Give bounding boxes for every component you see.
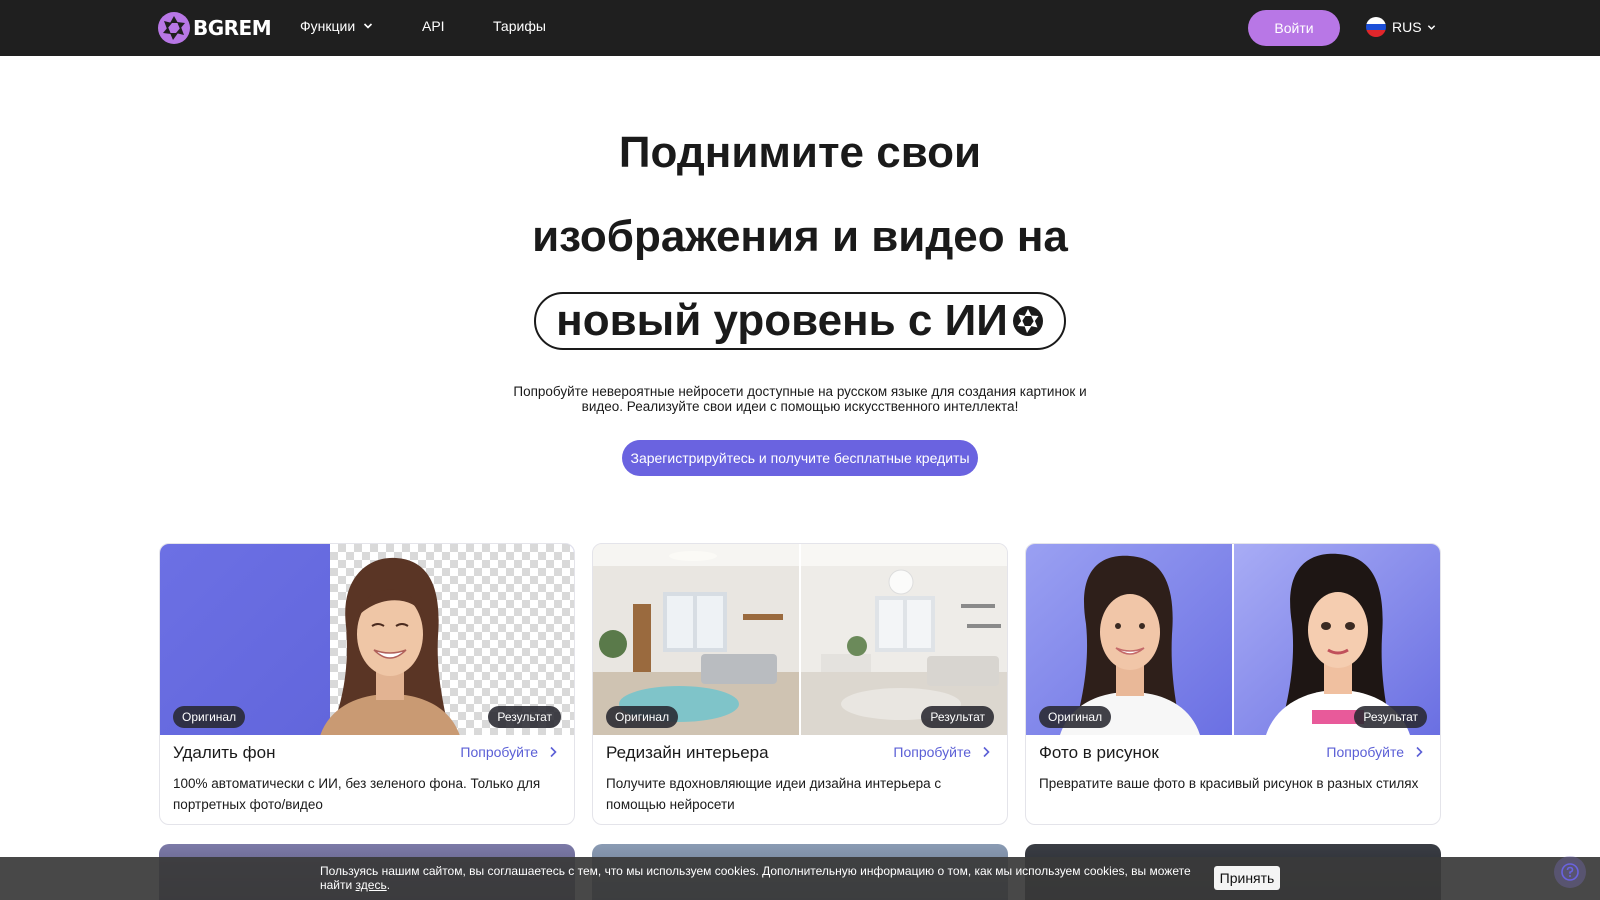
ai-aperture-icon — [1012, 306, 1043, 336]
nav-functions-dropdown[interactable]: Функции — [300, 18, 373, 34]
hero-title-line3: новый уровень с ИИ — [556, 296, 1008, 345]
result-badge: Результат — [921, 706, 994, 728]
hero-title-line1: Поднимите свои — [618, 128, 982, 177]
cookie-consent-bar: Пользуясь нашим сайтом, вы соглашаетесь … — [0, 857, 1600, 900]
try-link[interactable]: Попробуйте — [893, 744, 991, 760]
original-badge: Оригинал — [1039, 706, 1112, 728]
chat-help-button[interactable] — [1554, 856, 1586, 888]
result-badge: Результат — [488, 706, 561, 728]
nav-pricing-link[interactable]: Тарифы — [493, 18, 546, 34]
cookie-tail: . — [386, 878, 391, 892]
chevron-down-icon — [1427, 24, 1435, 30]
card-description: 100% автоматически с ИИ, без зеленого фо… — [173, 776, 541, 812]
logo[interactable]: BGREM — [157, 11, 272, 45]
chevron-down-icon — [364, 23, 373, 29]
woman-portrait-image — [320, 557, 460, 735]
russia-flag-icon — [1366, 17, 1386, 37]
chat-help-icon — [1561, 863, 1579, 881]
try-label: Попробуйте — [460, 744, 538, 760]
cookie-message: Пользуясь нашим сайтом, вы соглашаетесь … — [320, 864, 1191, 892]
result-badge: Результат — [1354, 706, 1427, 728]
try-link[interactable]: Попробуйте — [460, 744, 558, 760]
login-button[interactable]: Войти — [1248, 10, 1340, 46]
hero-title-line2: изображения и видео на — [532, 212, 1068, 261]
original-badge: Оригинал — [173, 706, 246, 728]
try-label: Попробуйте — [1326, 744, 1404, 760]
chevron-right-icon — [1416, 746, 1423, 758]
language-selector[interactable]: RUS — [1366, 17, 1436, 37]
language-label: RUS — [1392, 19, 1422, 35]
feature-card-interior-redesign[interactable]: Оригинал Результат Редизайн интерьера По… — [592, 543, 1008, 825]
cookie-policy-link[interactable]: здесь — [356, 878, 387, 892]
nav-functions-label: Функции — [300, 18, 356, 34]
feature-card-photo-to-drawing[interactable]: Оригинал Результат Фото в рисунок Попроб… — [1025, 543, 1441, 825]
hero-title-pill: новый уровень с ИИ — [534, 292, 1066, 350]
feature-card-remove-bg[interactable]: Оригинал Результат Удалить фон Попробуйт… — [159, 543, 575, 825]
hero-subtitle: Попробуйте невероятные нейросети доступн… — [513, 384, 1087, 414]
logo-aperture-icon — [158, 12, 190, 44]
card-description: Получите вдохновляющие идеи дизайна инте… — [606, 776, 942, 812]
try-link[interactable]: Попробуйте — [1326, 744, 1424, 760]
try-label: Попробуйте — [893, 744, 971, 760]
chevron-right-icon — [550, 746, 557, 758]
chevron-right-icon — [983, 746, 990, 758]
card-description: Превратите ваше фото в красивый рисунок … — [1039, 776, 1419, 791]
card-title: Удалить фон — [173, 743, 276, 762]
cookie-accept-button[interactable]: Принять — [1214, 866, 1280, 890]
top-navbar: BGREM Функции API Тарифы Войти RUS — [0, 0, 1600, 56]
card-title: Фото в рисунок — [1039, 743, 1159, 762]
nav-api-label: API — [422, 18, 445, 34]
original-badge: Оригинал — [606, 706, 679, 728]
logo-text: BGREM — [193, 16, 272, 40]
card-title: Редизайн интерьера — [606, 743, 769, 762]
nav-api-link[interactable]: API — [422, 18, 445, 34]
nav-pricing-label: Тарифы — [493, 18, 546, 34]
signup-cta-button[interactable]: Зарегистрируйтесь и получите бесплатные … — [622, 440, 978, 476]
cookie-text: Пользуясь нашим сайтом, вы соглашаетесь … — [320, 864, 1200, 892]
